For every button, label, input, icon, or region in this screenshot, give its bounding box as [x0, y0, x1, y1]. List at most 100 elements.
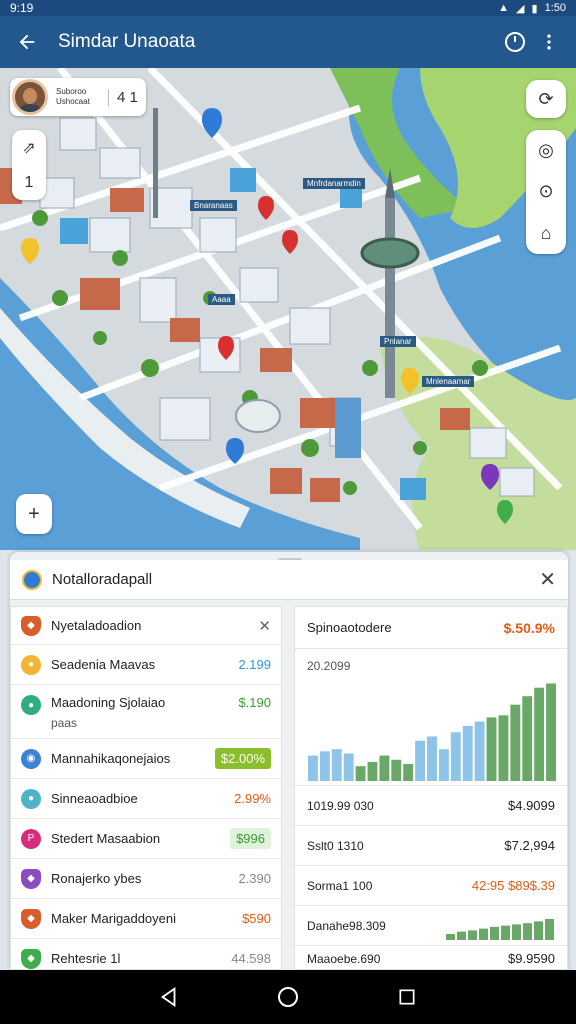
stats-row: Sslt0 1310 $7.2,994: [295, 825, 567, 865]
list-item-title: Mannahikaqonejaios: [51, 751, 171, 766]
map-label: Mnlenaamar: [422, 376, 475, 387]
nav-home-button[interactable]: [270, 979, 306, 1015]
battery-icon: ▮: [531, 2, 538, 15]
close-list-button[interactable]: ✕: [258, 617, 271, 635]
system-nav-bar: [0, 970, 576, 1024]
map-label: Bnaranaas: [190, 200, 237, 211]
back-button[interactable]: [10, 25, 44, 59]
timer-icon: [505, 32, 525, 52]
list-item-title: Rehtesrie 1l: [51, 951, 121, 966]
sheet-title: Notalloradapall: [52, 571, 153, 588]
mini-chart-bar: [534, 921, 543, 940]
map-label: Pnlanar: [380, 336, 416, 347]
stats-row: Danahe98.309: [295, 905, 567, 945]
stats-row-label: Sslt0 1310: [307, 838, 364, 853]
stats-row-value: $4.9099: [508, 798, 555, 813]
location-icon[interactable]: ⊙: [538, 181, 553, 202]
list-item[interactable]: ◆ Ronajerko ybes 2.390: [11, 859, 281, 899]
map-level: 1: [24, 174, 34, 191]
compass-icon[interactable]: ⇗: [22, 138, 35, 158]
settings-icon[interactable]: ⌂: [541, 223, 552, 244]
list-item-label: Mannahikaqonejaios: [51, 751, 215, 766]
list-item-label: Rehtesrie 1l: [51, 951, 231, 966]
chart-bar: [510, 704, 521, 781]
map-orientation-control[interactable]: ⇗ 1: [12, 130, 46, 200]
stats-panel: Spinoaotodere $.50.9% 20.2099 1019.99 03…: [294, 606, 568, 970]
chart-bar: [546, 683, 556, 781]
shield-icon: ◆: [21, 948, 41, 969]
list-item[interactable]: ◆ Maker Marigaddoyeni $590: [11, 899, 281, 939]
list-item[interactable]: ● Seadenia Maavas 2.199: [11, 645, 281, 685]
chart-bar: [391, 759, 402, 781]
map-label: Mnfrdanarmdin: [303, 178, 365, 189]
mini-chart-bar: [490, 926, 499, 940]
wifi-icon: ◢: [516, 2, 525, 15]
recenter-icon[interactable]: ◎: [538, 140, 554, 161]
stats-row-label: Sorma1 100: [307, 878, 373, 893]
list-item-title: Seadenia Maavas: [51, 657, 156, 672]
timer-button[interactable]: [498, 25, 532, 59]
globe-icon: ◉: [21, 748, 41, 769]
chart-bar: [534, 687, 545, 781]
battery-level: 1:50: [544, 2, 566, 14]
chart-bar: [450, 732, 461, 781]
shield-icon: ◆: [21, 868, 41, 889]
list-item-label: Maadoning Sjolaiao paas: [51, 695, 238, 730]
stats-subtitle: 20.2099: [307, 659, 351, 673]
list-item[interactable]: ● Maadoning Sjolaiao paas $.190: [11, 685, 281, 739]
chart-bar: [355, 766, 366, 781]
stats-row: 1019.99 030 $4.9099: [295, 785, 567, 825]
list-item-value: 2.390: [238, 871, 271, 886]
stats-row: Sorma1 100 42:95 $89$.39: [295, 865, 567, 905]
more-options-button[interactable]: [532, 25, 566, 59]
list-item-value: $590: [242, 911, 271, 926]
location-list-panel: ◆ Nyetaladoadion ✕ ● Seadenia Maavas 2.199…: [10, 606, 282, 979]
user-chip[interactable]: Suboroo Ushocaat 4 1: [10, 78, 146, 116]
stats-row-value: 42:95 $89$.39: [471, 878, 555, 893]
stats-bar-chart: [308, 683, 556, 781]
list-item[interactable]: P Stedert Masaabion $996: [11, 819, 281, 859]
close-sheet-button[interactable]: ✕: [539, 567, 556, 592]
chart-bar: [438, 749, 449, 781]
nav-back-button[interactable]: [151, 979, 187, 1015]
mini-chart-bar: [479, 928, 488, 940]
status-icons: ▲ ◢ ▮ 1:50: [498, 2, 566, 15]
shield-icon: ◆: [21, 908, 41, 929]
mini-chart-bar: [512, 924, 521, 940]
mini-chart-bar: [545, 919, 554, 940]
list-item-title: Sinneaoadbioe: [51, 791, 138, 806]
chart-bar: [522, 696, 533, 781]
pin-icon: P: [21, 828, 41, 849]
app-bar: Simdar Unaoata: [0, 16, 576, 68]
stats-row-value: $7.2,994: [504, 838, 555, 853]
chat-icon: ●: [21, 654, 41, 675]
square-recents-icon: [399, 989, 415, 1005]
list-item-label: Seadenia Maavas: [51, 657, 238, 672]
list-item-label: Maker Marigaddoyeni: [51, 911, 242, 926]
list-item-value: $996: [230, 828, 271, 849]
zoom-button[interactable]: +: [16, 494, 52, 534]
map-tools-control: ◎ ⊙ ⌂: [526, 130, 566, 254]
list-item-title: Maadoning Sjolaiao: [51, 695, 166, 710]
mini-chart-bar: [457, 931, 466, 940]
mini-chart-bar: [446, 934, 455, 940]
chart-bar: [331, 749, 342, 781]
nav-recents-button[interactable]: [389, 979, 425, 1015]
status-bar: 9:19 ▲ ◢ ▮ 1:50: [0, 0, 576, 16]
avatar: [12, 79, 48, 115]
city-map[interactable]: Mnfrdanarmdin Bnaranaas Pnlanar Mnlenaam…: [0, 68, 576, 550]
user-name: Suboroo Ushocaat: [56, 87, 90, 106]
sheet-header: Notalloradapall ✕: [10, 560, 568, 600]
app-title: Simdar Unaoata: [58, 31, 196, 52]
list-item[interactable]: ◉ Mannahikaqonejaios $2.00%: [11, 739, 281, 779]
list-item-label: Stedert Masaabion: [51, 831, 230, 846]
chat-icon: ●: [21, 788, 41, 809]
stats-row-value: $9.9590: [508, 951, 555, 966]
layers-icon[interactable]: ⟳: [538, 89, 553, 110]
stats-title-value: $.50.9%: [503, 619, 555, 636]
stats-header: Spinoaotodere $.50.9%: [295, 607, 567, 649]
list-item[interactable]: ● Sinneaoadbioe 2.99%: [11, 779, 281, 819]
map-layers-control[interactable]: ⟳: [526, 80, 566, 118]
list-item-title: Stedert Masaabion: [51, 831, 161, 846]
stats-row-label: Maaoebe.690: [307, 951, 381, 966]
